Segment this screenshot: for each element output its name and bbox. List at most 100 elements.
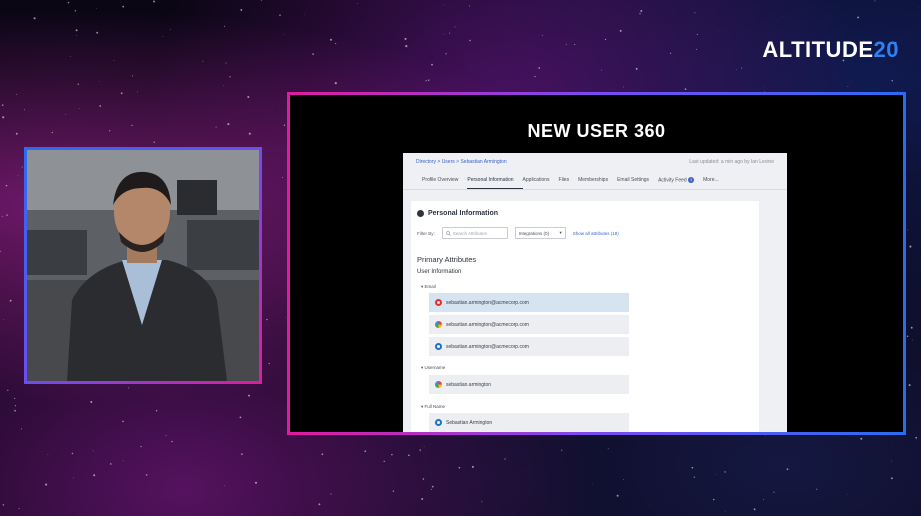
personal-information-card: Personal Information Filter By: Search A… — [411, 201, 759, 432]
star — [695, 48, 697, 50]
tab-personal-information[interactable]: Personal Information — [467, 177, 523, 189]
star — [847, 86, 849, 87]
star — [14, 405, 16, 407]
integrations-select[interactable]: Integrations (0) ▾ — [514, 227, 566, 239]
activity-count-badge: 1 — [688, 177, 695, 183]
presenter-image — [27, 150, 259, 381]
star — [891, 79, 893, 82]
search-attributes-input[interactable]: Search Attributes — [441, 227, 508, 239]
star — [96, 31, 99, 34]
username-attribute-label[interactable]: ▾ Username — [421, 365, 445, 371]
email-row-okta[interactable]: sebastian.armington@acmecorp.com — [429, 293, 629, 312]
email-row-google[interactable]: sebastian.armington@acmecorp.com — [429, 315, 629, 334]
altitude-logo: ALTITUDE20 — [762, 37, 899, 62]
star — [635, 67, 638, 70]
star — [915, 436, 918, 439]
tab-files[interactable]: Files — [559, 177, 579, 189]
star — [334, 82, 337, 85]
azure-icon — [435, 343, 442, 350]
show-all-attributes-link[interactable]: Show all attributes (18) — [573, 231, 619, 236]
star — [170, 29, 171, 30]
tab-more[interactable]: More... — [703, 177, 728, 189]
star — [691, 466, 694, 469]
star — [2, 504, 5, 506]
star — [763, 499, 765, 501]
collapse-icon: ▾ — [421, 365, 424, 370]
star — [592, 484, 593, 485]
star — [5, 184, 8, 187]
star — [2, 116, 5, 119]
star — [600, 69, 602, 71]
webcam-frame — [24, 147, 262, 384]
screen-share-frame: NEW USER 360 Directory > Users > Sebasti… — [287, 92, 906, 435]
star — [266, 318, 268, 321]
star — [202, 60, 204, 62]
star — [248, 132, 251, 135]
star — [574, 44, 576, 46]
star — [145, 474, 148, 476]
star — [69, 56, 71, 57]
star — [122, 460, 124, 462]
star — [140, 446, 142, 448]
star — [425, 80, 427, 82]
tab-profile-overview[interactable]: Profile Overview — [422, 177, 467, 189]
star — [132, 75, 133, 77]
star — [714, 474, 716, 475]
star — [285, 317, 286, 318]
star — [0, 250, 1, 253]
azure-icon — [435, 419, 442, 426]
username-row-google[interactable]: sebastian.armington — [429, 375, 629, 394]
star — [604, 38, 607, 41]
breadcrumb[interactable]: Directory > Users > Sebastian Armington — [416, 159, 507, 165]
star — [304, 13, 305, 15]
star — [7, 389, 9, 391]
star — [911, 339, 913, 341]
tab-memberships[interactable]: Memberships — [578, 177, 617, 189]
star — [330, 38, 332, 41]
star — [694, 12, 696, 14]
star — [72, 477, 74, 479]
star — [422, 478, 425, 480]
star — [449, 32, 451, 34]
star — [392, 490, 395, 492]
star — [357, 3, 358, 5]
star — [419, 449, 421, 451]
star — [223, 25, 226, 27]
tab-activity-feed[interactable]: Activity Feed 1 — [658, 177, 703, 189]
tab-applications[interactable]: Applications — [523, 177, 559, 189]
star — [71, 452, 74, 455]
star — [92, 450, 94, 452]
star — [1, 215, 3, 217]
fullname-attribute-label[interactable]: ▾ Full Name — [421, 404, 445, 410]
star — [6, 214, 8, 216]
star — [909, 245, 912, 248]
star — [131, 124, 133, 127]
star — [773, 491, 775, 493]
star — [240, 8, 243, 11]
star — [857, 16, 860, 19]
star — [454, 26, 456, 28]
star — [891, 460, 893, 462]
star — [753, 508, 756, 511]
collapse-icon: ▾ — [421, 404, 424, 409]
email-attribute-label[interactable]: ▾ Email — [421, 284, 436, 290]
star — [640, 10, 643, 12]
star — [421, 498, 424, 500]
star — [321, 453, 324, 456]
fullname-row-azure[interactable]: Sebastian Armington — [429, 413, 629, 432]
star — [910, 326, 913, 329]
slide-title: NEW USER 360 — [527, 121, 666, 141]
star — [335, 43, 337, 45]
star — [223, 485, 225, 486]
tab-email-settings[interactable]: Email Settings — [617, 177, 658, 189]
star — [283, 124, 286, 126]
star — [623, 479, 624, 480]
star — [223, 85, 224, 87]
star — [153, 0, 155, 3]
last-updated-text: Last updated: a min ago by Ian Levine — [689, 159, 774, 165]
star — [23, 109, 25, 111]
user-360-app: Directory > Users > Sebastian Armington … — [403, 153, 787, 432]
star — [20, 428, 22, 430]
email-row-azure[interactable]: sebastian.armington@acmecorp.com — [429, 337, 629, 356]
star — [99, 105, 102, 107]
